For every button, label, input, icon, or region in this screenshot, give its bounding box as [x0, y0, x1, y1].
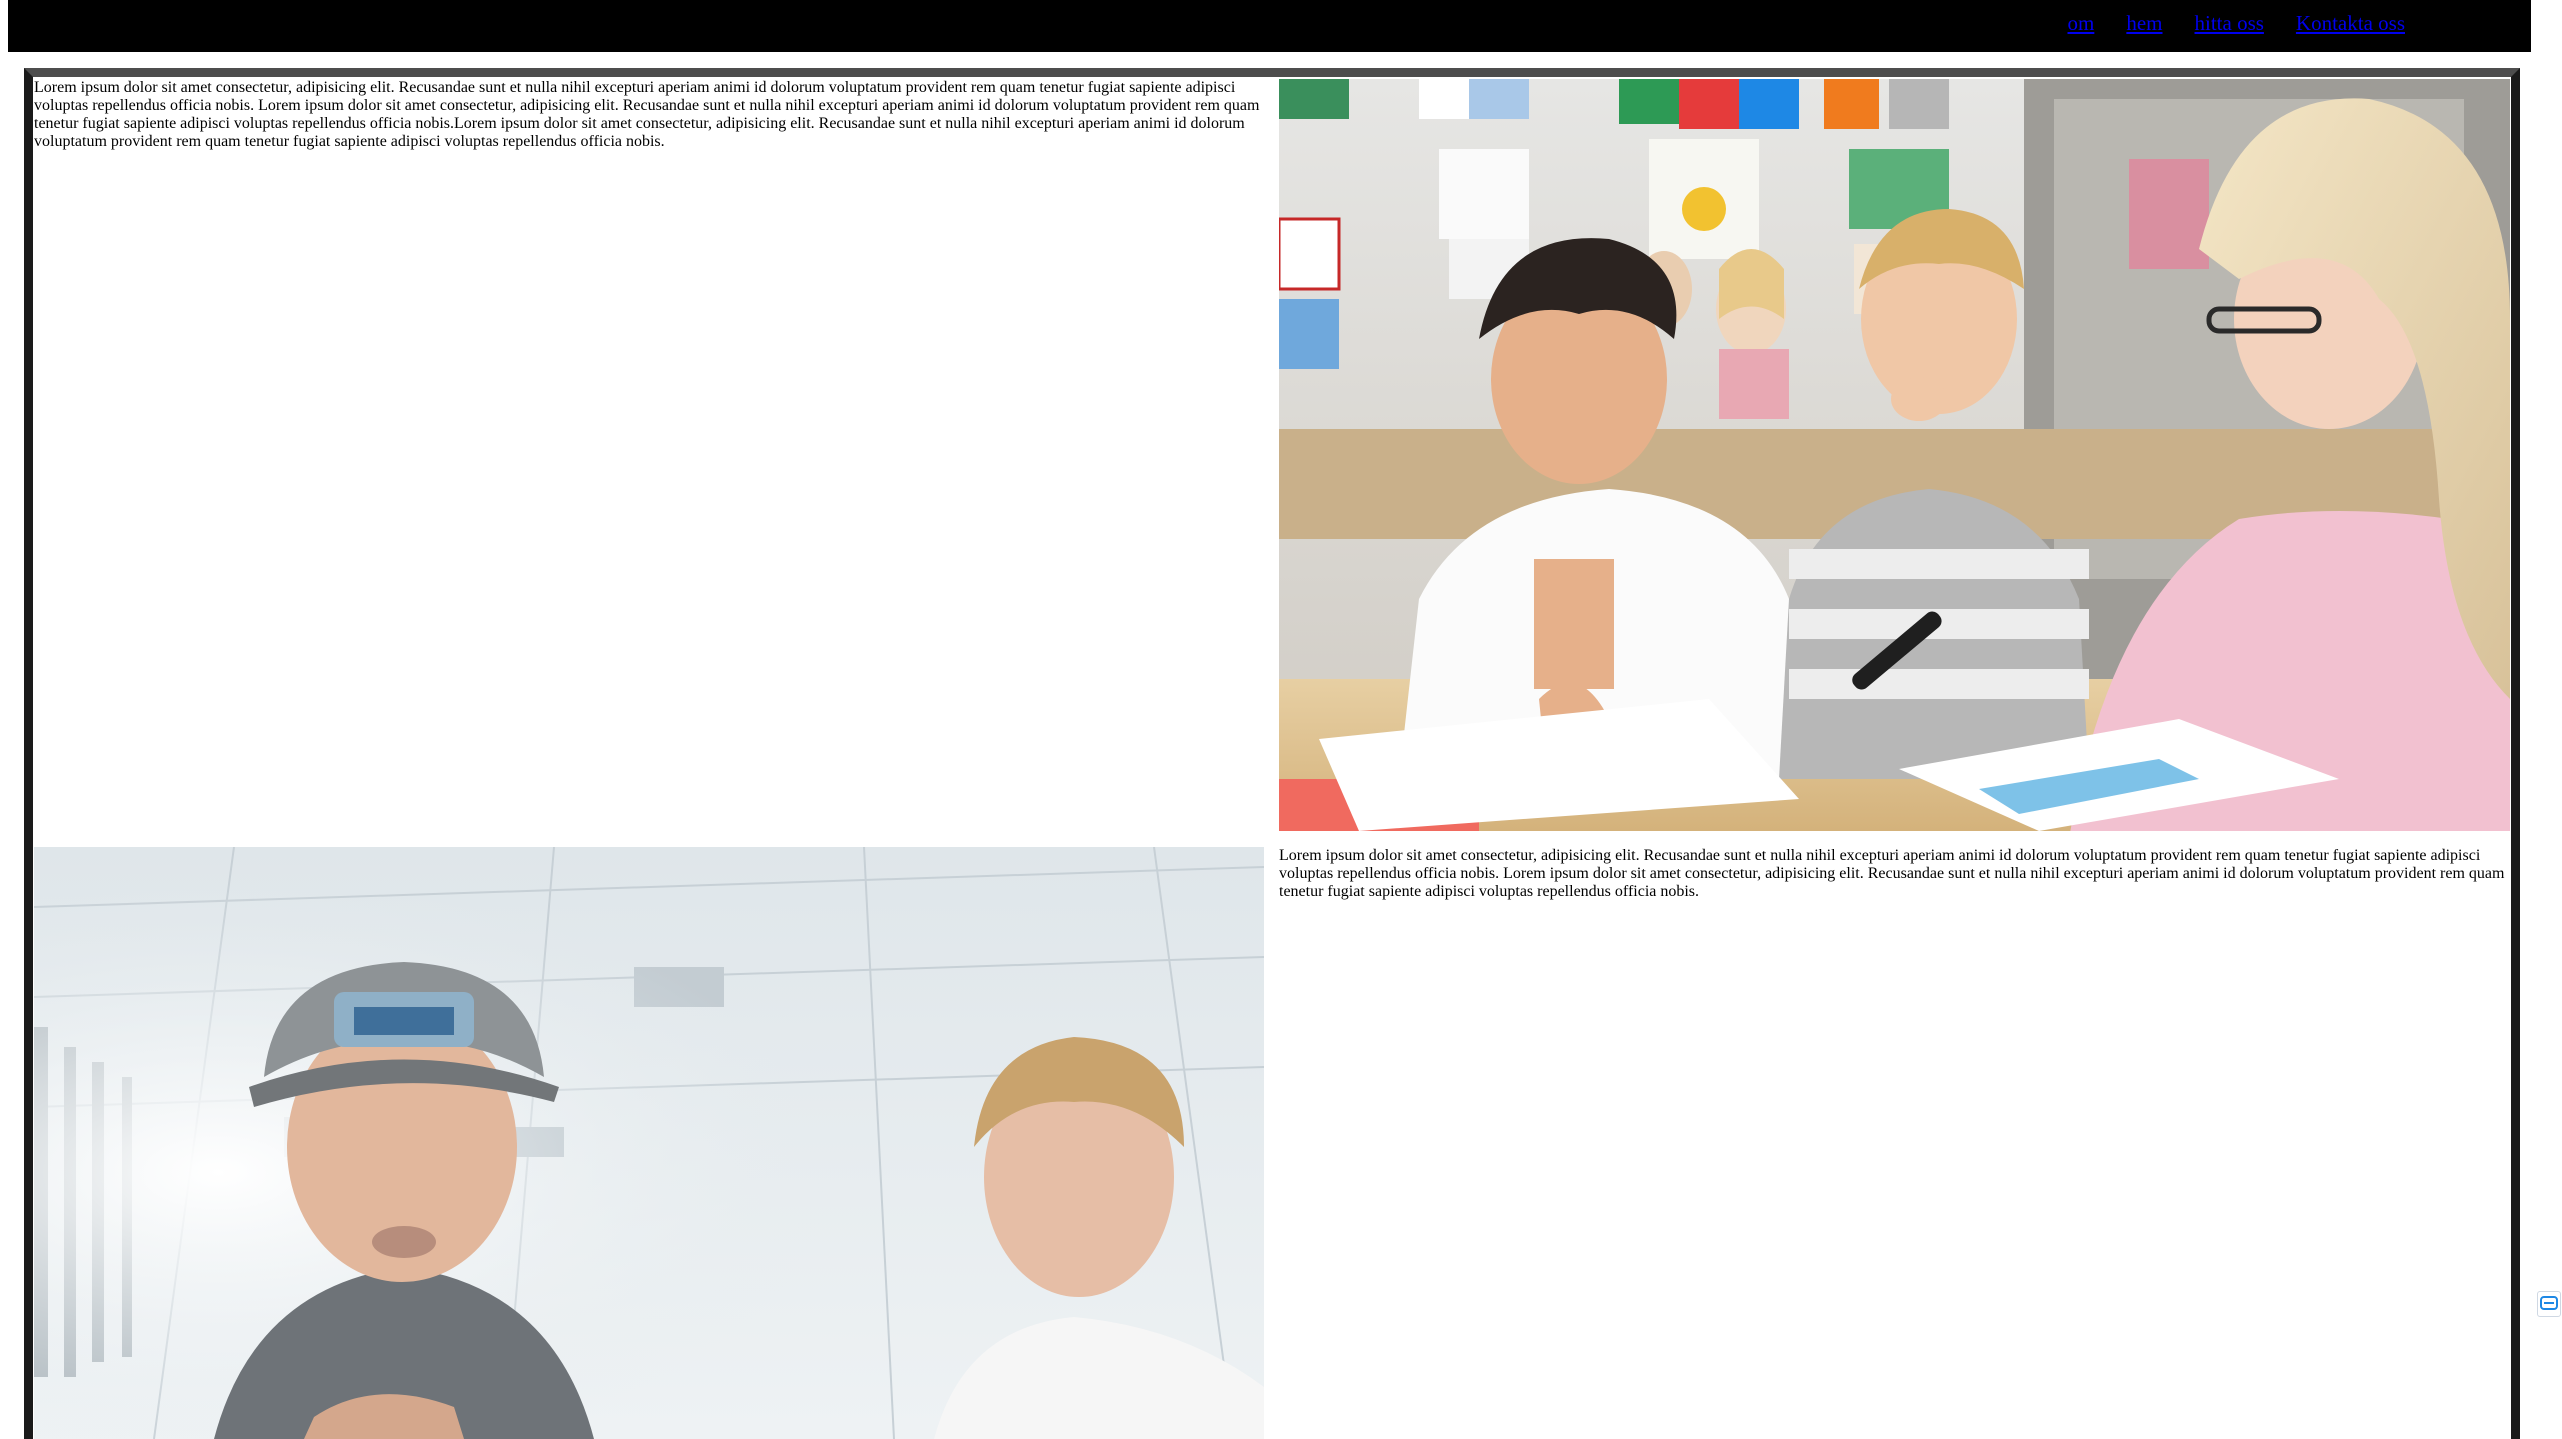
text-block-bottom-right: Lorem ipsum dolor sit amet consectetur, …	[1279, 847, 2510, 901]
page-right-gutter	[2535, 0, 2562, 1439]
paragraph-bottom-right: Lorem ipsum dolor sit amet consectetur, …	[1279, 847, 2505, 900]
classroom-photo	[1279, 79, 2510, 831]
nav-link-hem[interactable]: hem	[2126, 11, 2162, 36]
chat-widget-button[interactable]	[2537, 1291, 2561, 1317]
selfie-photo	[34, 847, 1264, 1439]
nav-link-om[interactable]: om	[2068, 11, 2095, 36]
paragraph-top-left: Lorem ipsum dolor sit amet consectetur, …	[34, 79, 1260, 150]
top-navbar: om hem hitta oss Kontakta oss	[8, 0, 2531, 52]
text-block-top-left: Lorem ipsum dolor sit amet consectetur, …	[34, 79, 1268, 151]
nav-link-hitta-oss[interactable]: hitta oss	[2195, 11, 2264, 36]
nav-links: om hem hitta oss Kontakta oss	[2068, 11, 2406, 36]
chat-icon	[2540, 1296, 2558, 1310]
nav-link-kontakta-oss[interactable]: Kontakta oss	[2296, 11, 2405, 36]
